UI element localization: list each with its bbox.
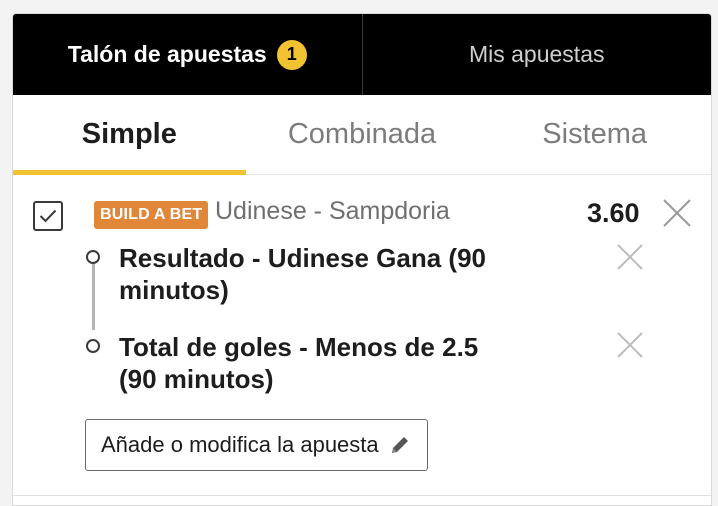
- bet-item: BUILD A BET Udinese - Sampdoria 3.60 Res…: [13, 175, 711, 496]
- build-a-bet-tag: BUILD A BET: [94, 201, 209, 229]
- close-icon: [617, 244, 643, 270]
- tab-system[interactable]: Sistema: [478, 95, 711, 174]
- close-icon: [617, 332, 643, 358]
- selection-2-label: Total de goles - Menos de 2.5 (90 minuto…: [119, 332, 479, 394]
- selection-bullet: [86, 339, 100, 353]
- divider: [13, 495, 711, 496]
- tab-my-bets[interactable]: Mis apuestas: [363, 14, 712, 95]
- tab-combined[interactable]: Combinada: [246, 95, 479, 174]
- betslip-count-badge: 1: [276, 39, 307, 70]
- pencil-icon: [391, 437, 408, 453]
- bet-type-tabs: Simple Combinada Sistema: [13, 95, 711, 175]
- selection-bullet: [86, 250, 100, 264]
- betslip-panel: Talón de apuestas 1 Mis apuestas Simple …: [12, 13, 712, 506]
- tab-my-bets-label: Mis apuestas: [468, 41, 605, 67]
- tab-betslip-label: Talón de apuestas: [67, 41, 267, 67]
- edit-bet-button-label: Añade o modifica la apuesta: [101, 432, 379, 457]
- betslip-header-tabs: Talón de apuestas 1 Mis apuestas: [13, 14, 711, 95]
- selection-1-label: Resultado - Udinese Gana (90 minutos): [119, 243, 486, 305]
- selection-connector-line: [92, 264, 95, 330]
- tab-simple[interactable]: Simple: [13, 95, 246, 175]
- match-name: Udinese - Sampdoria: [215, 197, 450, 225]
- checkmark-icon: [39, 209, 57, 223]
- close-icon: [663, 199, 691, 227]
- edit-bet-button[interactable]: Añade o modifica la apuesta: [85, 419, 428, 471]
- remove-bet-button[interactable]: [661, 197, 693, 229]
- bet-checkbox[interactable]: [33, 201, 63, 231]
- remove-selection-2-button[interactable]: [616, 331, 644, 359]
- tab-betslip[interactable]: Talón de apuestas 1: [13, 14, 362, 95]
- bet-odds: 3.60: [587, 198, 640, 228]
- remove-selection-1-button[interactable]: [616, 243, 644, 271]
